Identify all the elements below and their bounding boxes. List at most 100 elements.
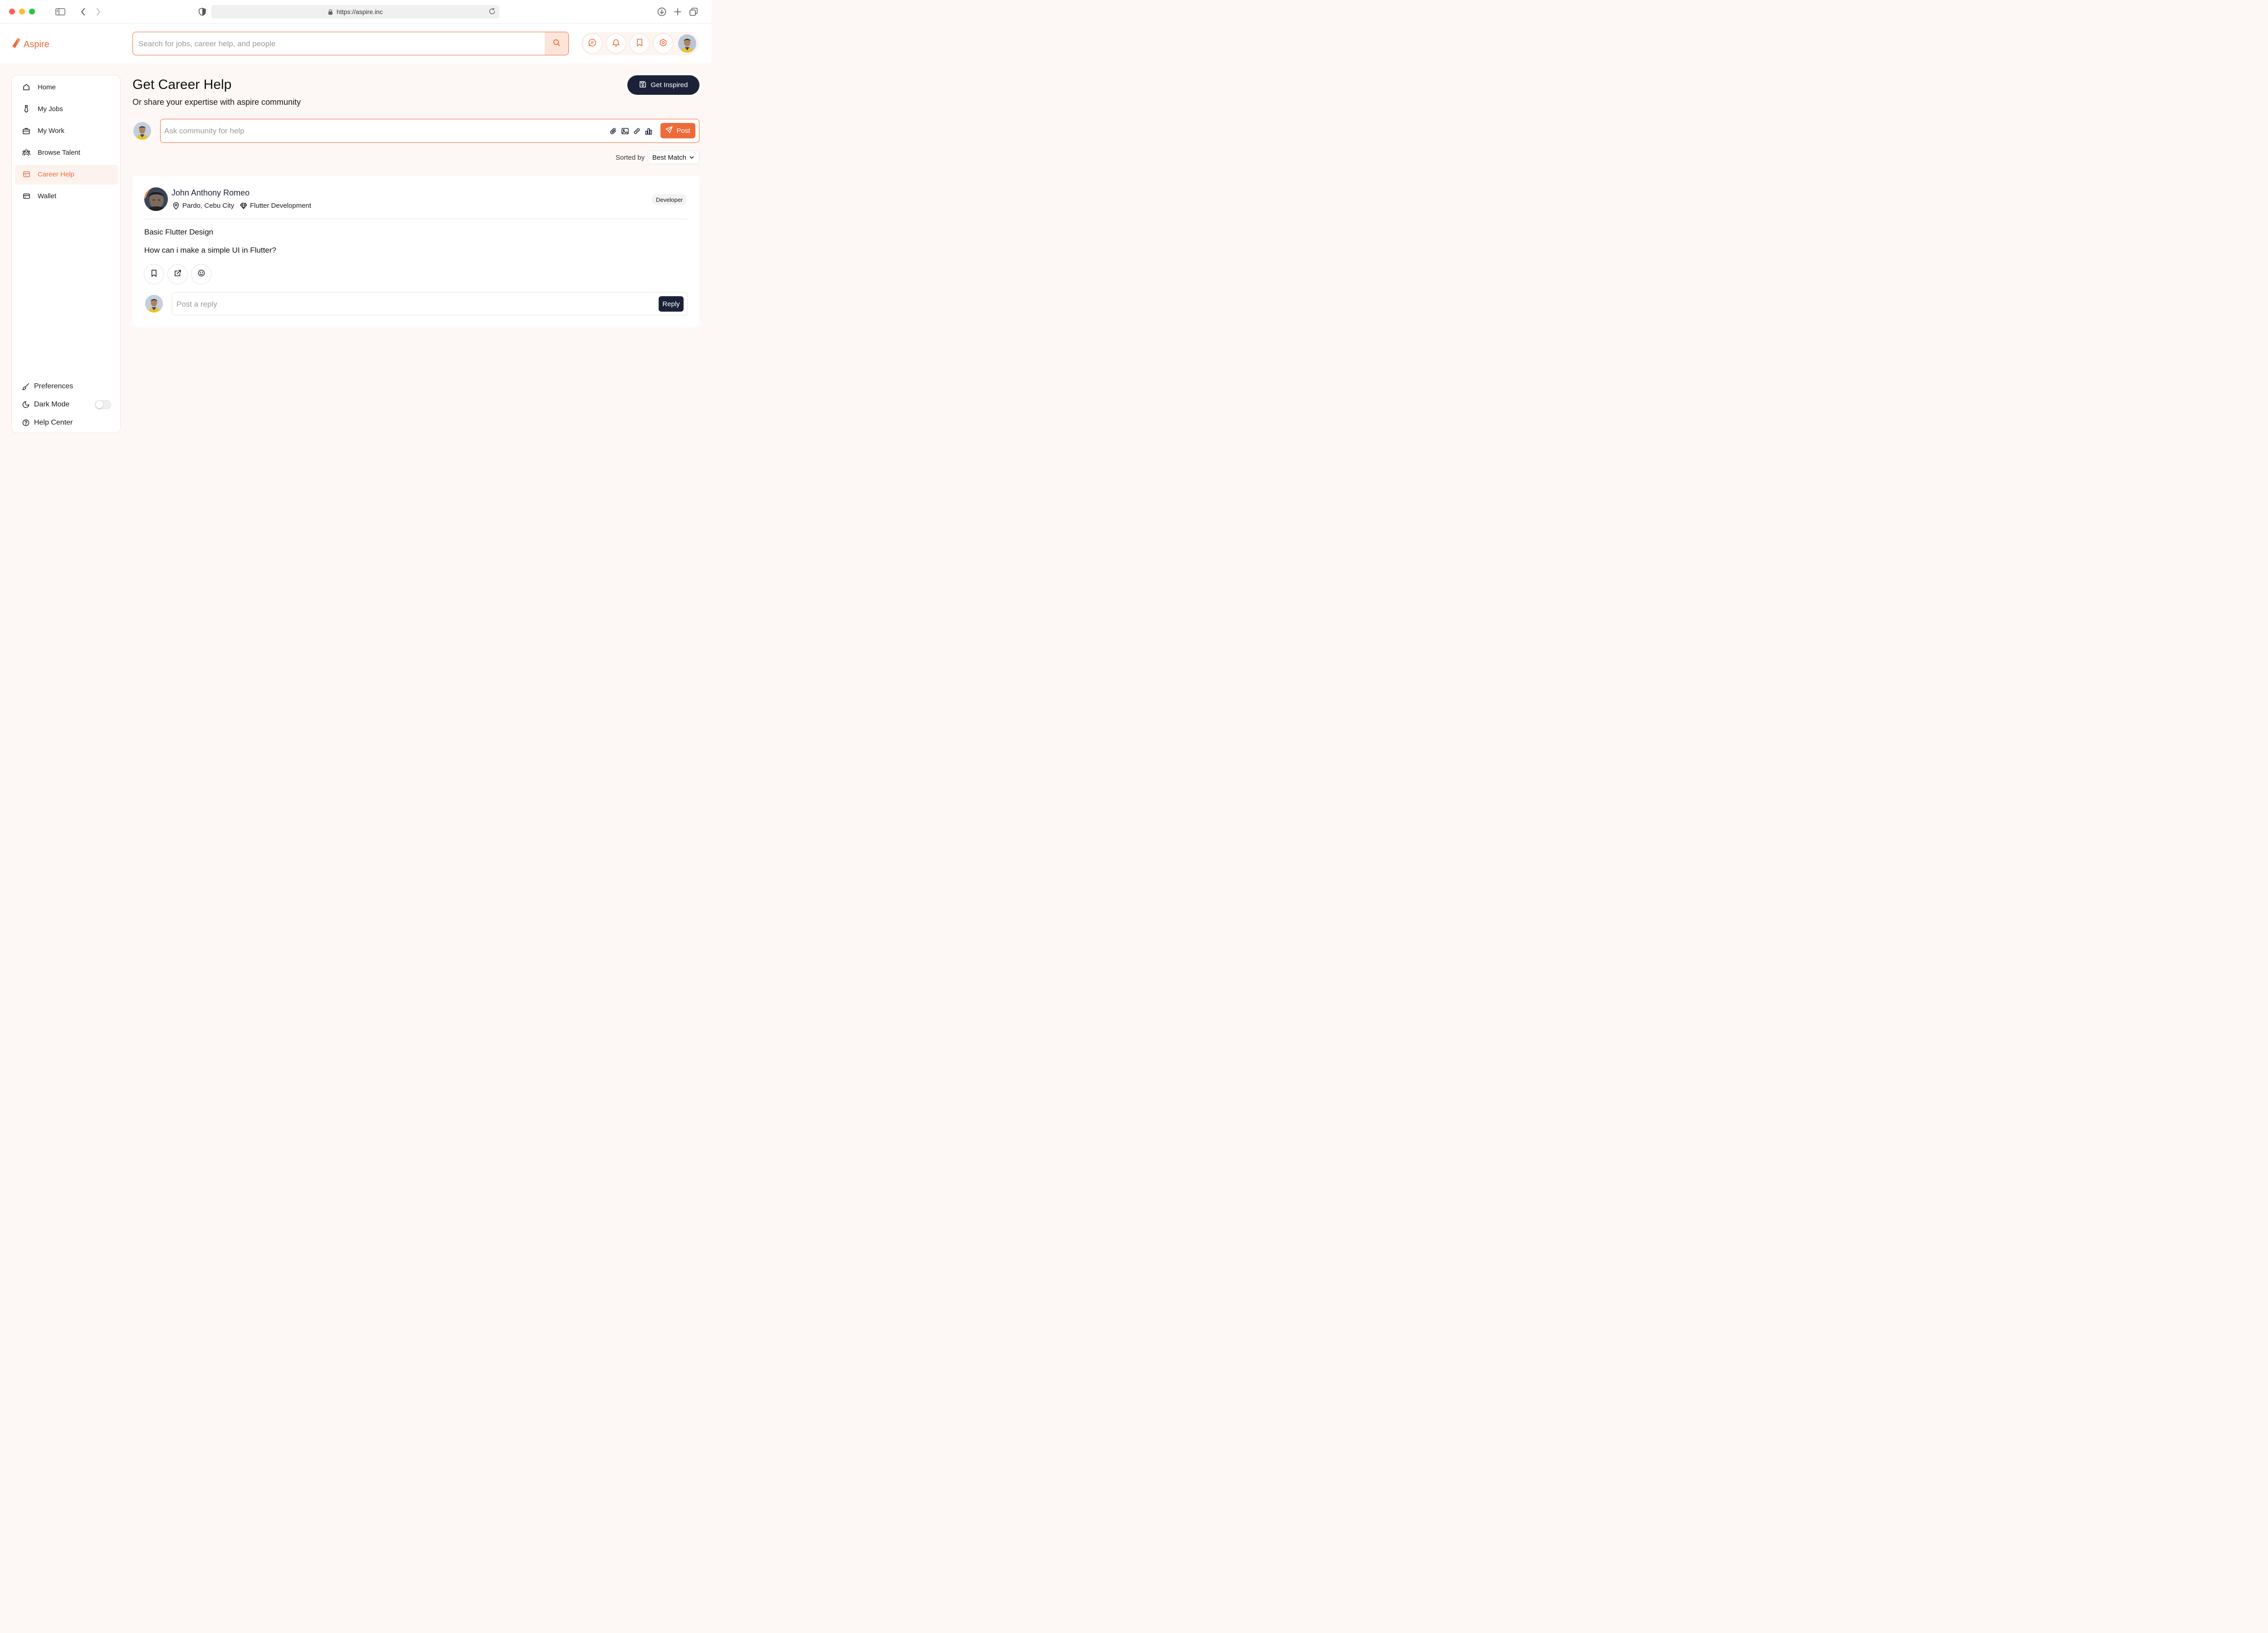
location-pin-icon	[172, 202, 180, 210]
dark-mode-toggle[interactable]	[95, 400, 111, 409]
sidebar-item-label: Home	[38, 83, 56, 91]
wallet-icon	[22, 192, 30, 200]
poll-icon[interactable]	[644, 127, 653, 136]
messages-button[interactable]	[582, 34, 602, 54]
header-actions	[581, 32, 699, 55]
window-zoom-button[interactable]	[29, 9, 35, 15]
sidebar-item-wallet[interactable]: Wallet	[15, 186, 118, 206]
reply-placeholder: Post a reply	[176, 300, 217, 308]
help-icon	[22, 419, 30, 427]
author-skill: Flutter Development	[240, 202, 311, 210]
chat-icon	[588, 39, 596, 49]
reload-icon[interactable]	[489, 8, 496, 15]
toggle-knob	[96, 401, 103, 408]
window-minimize-button[interactable]	[19, 9, 25, 15]
brush-icon	[22, 382, 30, 391]
gear-icon	[659, 39, 667, 49]
post-card: John Anthony Romeo Pardo, Cebu City Flut…	[132, 176, 699, 328]
role-badge: Developer	[652, 194, 687, 205]
ask-community-input[interactable]: Ask community for help Post	[160, 119, 699, 143]
briefcase-icon	[22, 127, 30, 135]
url-text: https://aspire.inc	[337, 8, 383, 15]
app-header: Aspire Search for jobs, career help, and…	[0, 24, 711, 64]
post-title: Basic Flutter Design	[144, 228, 214, 236]
get-inspired-button[interactable]: Get Inspired	[627, 75, 699, 95]
author-avatar[interactable]	[144, 187, 168, 211]
download-icon[interactable]	[656, 6, 667, 17]
link-icon[interactable]	[632, 127, 641, 136]
address-bar[interactable]: https://aspire.inc	[211, 5, 499, 19]
share-post-button[interactable]	[167, 264, 188, 284]
settings-button[interactable]	[653, 34, 673, 54]
sidebar-item-my-work[interactable]: My Work	[15, 121, 118, 141]
saved-button[interactable]	[630, 34, 650, 54]
author-name[interactable]: John Anthony Romeo	[171, 188, 249, 198]
help-center-link[interactable]: Help Center	[22, 417, 73, 428]
sidebar-item-label: My Work	[38, 127, 64, 135]
sidebar-item-browse-talent[interactable]: Browse Talent	[15, 143, 118, 163]
browser-toolbar: https://aspire.inc	[0, 0, 711, 24]
user-avatar[interactable]	[678, 34, 696, 53]
save-icon	[639, 81, 646, 90]
new-tab-icon[interactable]	[672, 6, 683, 17]
back-icon[interactable]	[78, 6, 88, 17]
sidebar-item-home[interactable]: Home	[15, 78, 118, 98]
sort-label: Sorted by	[616, 154, 645, 161]
sidebar-toggle-icon[interactable]	[55, 6, 66, 17]
external-link-icon	[174, 269, 181, 279]
calendar-icon	[22, 170, 30, 178]
sidebar-item-my-jobs[interactable]: My Jobs	[15, 99, 118, 119]
logo-icon	[12, 38, 21, 51]
location-text: Pardo, Cebu City	[182, 202, 235, 210]
sidebar-item-label: Career Help	[38, 171, 74, 178]
smiley-icon	[198, 269, 205, 279]
window-close-button[interactable]	[9, 9, 15, 15]
reply-button[interactable]: Reply	[659, 296, 684, 312]
send-icon	[665, 126, 673, 135]
sidebar-item-career-help[interactable]: Career Help	[15, 165, 118, 185]
dark-mode-label: Dark Mode	[34, 401, 70, 408]
forward-icon[interactable]	[93, 6, 104, 17]
get-inspired-label: Get Inspired	[650, 81, 688, 89]
preferences-link[interactable]: Preferences	[22, 381, 73, 392]
search-button[interactable]	[545, 32, 568, 55]
sidebar-item-label: My Jobs	[38, 105, 63, 113]
people-icon	[22, 148, 30, 156]
shield-icon[interactable]	[197, 6, 208, 17]
help-center-label: Help Center	[34, 419, 73, 426]
post-button[interactable]: Post	[660, 123, 695, 138]
skill-text: Flutter Development	[250, 202, 312, 210]
ask-placeholder: Ask community for help	[164, 127, 244, 135]
home-icon	[22, 83, 30, 91]
reply-avatar	[145, 295, 163, 313]
attachment-icon[interactable]	[609, 127, 618, 136]
moon-icon	[22, 401, 30, 409]
search-input[interactable]: Search for jobs, career help, and people	[132, 32, 569, 55]
composer-avatar	[133, 122, 151, 140]
preferences-label: Preferences	[34, 382, 73, 390]
notifications-button[interactable]	[606, 34, 626, 54]
page-title: Get Career Help	[132, 77, 232, 92]
sidebar-item-label: Browse Talent	[38, 149, 80, 156]
reply-input[interactable]: Post a reply Reply	[172, 292, 688, 315]
tab-overview-icon[interactable]	[688, 6, 699, 17]
post-label: Post	[676, 127, 690, 135]
search-icon	[553, 39, 560, 49]
sort-value: Best Match	[652, 153, 687, 161]
react-post-button[interactable]	[191, 264, 211, 284]
tie-icon	[22, 105, 30, 113]
sort-select[interactable]: Best Match	[648, 151, 699, 164]
search-placeholder: Search for jobs, career help, and people	[138, 39, 276, 48]
logo-text: Aspire	[24, 39, 49, 49]
diamond-icon	[240, 202, 247, 210]
sidebar: Home My Jobs My Work Browse Talent Caree…	[11, 75, 121, 433]
image-icon[interactable]	[621, 127, 630, 136]
chevron-down-icon	[689, 155, 694, 160]
bookmark-post-button[interactable]	[144, 264, 164, 284]
sidebar-item-label: Wallet	[38, 192, 57, 200]
page-subtitle: Or share your expertise with aspire comm…	[132, 98, 301, 107]
bell-icon	[612, 39, 620, 49]
logo[interactable]: Aspire	[12, 38, 49, 51]
lock-icon	[328, 9, 333, 15]
dark-mode-row: Dark Mode	[22, 399, 69, 410]
